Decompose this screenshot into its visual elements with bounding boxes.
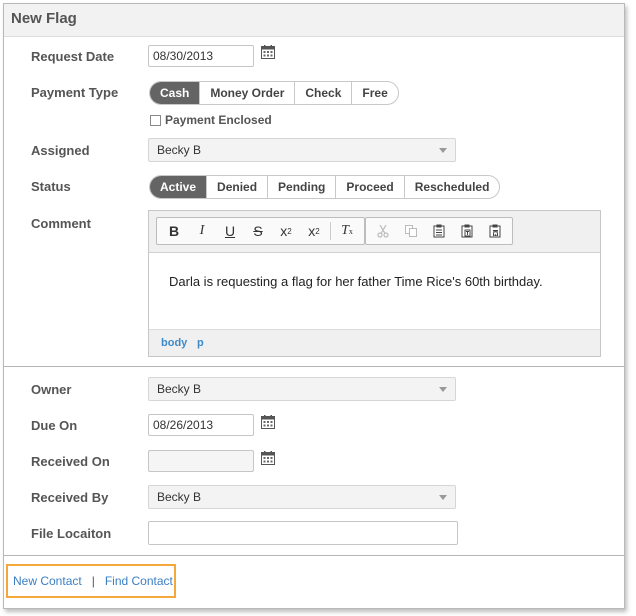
calendar-icon[interactable] — [261, 45, 275, 59]
path-body[interactable]: body — [161, 337, 187, 349]
strikethrough-icon[interactable]: S — [244, 220, 272, 242]
owner-label: Owner — [31, 382, 72, 397]
request-date-label: Request Date — [31, 49, 115, 64]
footer-divider — [4, 555, 624, 556]
contact-links: New Contact | Find Contact — [6, 564, 176, 598]
calendar-icon[interactable] — [261, 451, 275, 465]
panel-title: New Flag — [11, 10, 77, 27]
file-location-label: File Locaiton — [31, 526, 112, 541]
chevron-down-icon — [439, 148, 447, 153]
payment-type-toggle: Cash Money Order Check Free — [149, 81, 399, 105]
new-contact-link[interactable]: New Contact — [8, 574, 82, 588]
received-by-value: Becky B — [157, 490, 202, 504]
status-option-pending[interactable]: Pending — [267, 176, 335, 198]
request-date-input[interactable] — [148, 45, 254, 67]
paste-text-icon[interactable] — [453, 220, 481, 242]
payment-enclosed-label: Payment Enclosed — [165, 113, 272, 127]
status-option-denied[interactable]: Denied — [206, 176, 267, 198]
status-toggle: Active Denied Pending Proceed Reschedule… — [149, 175, 501, 199]
chevron-down-icon — [439, 387, 447, 392]
file-location-input[interactable] — [148, 521, 458, 545]
comment-editor: B I U S x2 x2 Tx Darla is requesting a f… — [148, 210, 601, 357]
italic-icon[interactable]: I — [188, 220, 216, 242]
payment-option-check[interactable]: Check — [294, 82, 351, 104]
payment-option-cash[interactable]: Cash — [150, 82, 200, 104]
comment-text[interactable]: Darla is requesting a flag for her fathe… — [169, 274, 543, 289]
received-on-input[interactable] — [148, 450, 254, 472]
toolbar-divider — [330, 222, 331, 240]
paste-icon[interactable] — [425, 220, 453, 242]
clipboard-button-group — [365, 217, 513, 245]
title-bar: New Flag — [4, 4, 624, 37]
format-button-group: B I U S x2 x2 Tx — [156, 217, 365, 245]
payment-option-money-order[interactable]: Money Order — [199, 82, 294, 104]
calendar-icon[interactable] — [261, 415, 275, 429]
received-on-label: Received On — [31, 454, 110, 469]
paste-word-icon[interactable] — [481, 220, 509, 242]
bold-icon[interactable]: B — [160, 220, 188, 242]
status-option-active[interactable]: Active — [150, 176, 207, 198]
chevron-down-icon — [439, 495, 447, 500]
status-option-rescheduled[interactable]: Rescheduled — [403, 176, 500, 198]
due-on-label: Due On — [31, 418, 78, 433]
due-on-input[interactable] — [148, 414, 254, 436]
superscript-icon[interactable]: x2 — [300, 220, 328, 242]
received-by-label: Received By — [31, 490, 109, 505]
comment-label: Comment — [31, 216, 91, 231]
payment-type-label: Payment Type — [31, 85, 119, 100]
assigned-label: Assigned — [31, 143, 90, 158]
section-divider — [4, 366, 624, 367]
editor-element-path: body p — [149, 329, 600, 356]
new-flag-panel: New Flag Request Date Payment Type Cash … — [3, 3, 625, 609]
status-option-proceed[interactable]: Proceed — [335, 176, 403, 198]
editor-toolbar: B I U S x2 x2 Tx — [149, 211, 600, 253]
payment-enclosed-row[interactable]: Payment Enclosed — [150, 112, 272, 128]
owner-value: Becky B — [157, 382, 202, 396]
received-by-select[interactable]: Becky B — [148, 485, 456, 509]
assigned-value: Becky B — [157, 143, 202, 157]
assigned-select[interactable]: Becky B — [148, 138, 456, 162]
payment-option-free[interactable]: Free — [351, 82, 397, 104]
copy-icon[interactable] — [397, 220, 425, 242]
owner-select[interactable]: Becky B — [148, 377, 456, 401]
remove-format-icon[interactable]: Tx — [333, 220, 361, 242]
path-p[interactable]: p — [197, 337, 204, 349]
status-label: Status — [31, 179, 71, 194]
cut-icon[interactable] — [369, 220, 397, 242]
link-separator: | — [91, 574, 95, 588]
underline-icon[interactable]: U — [216, 220, 244, 242]
find-contact-link[interactable]: Find Contact — [105, 574, 173, 588]
payment-enclosed-checkbox[interactable] — [150, 114, 161, 126]
subscript-icon[interactable]: x2 — [272, 220, 300, 242]
